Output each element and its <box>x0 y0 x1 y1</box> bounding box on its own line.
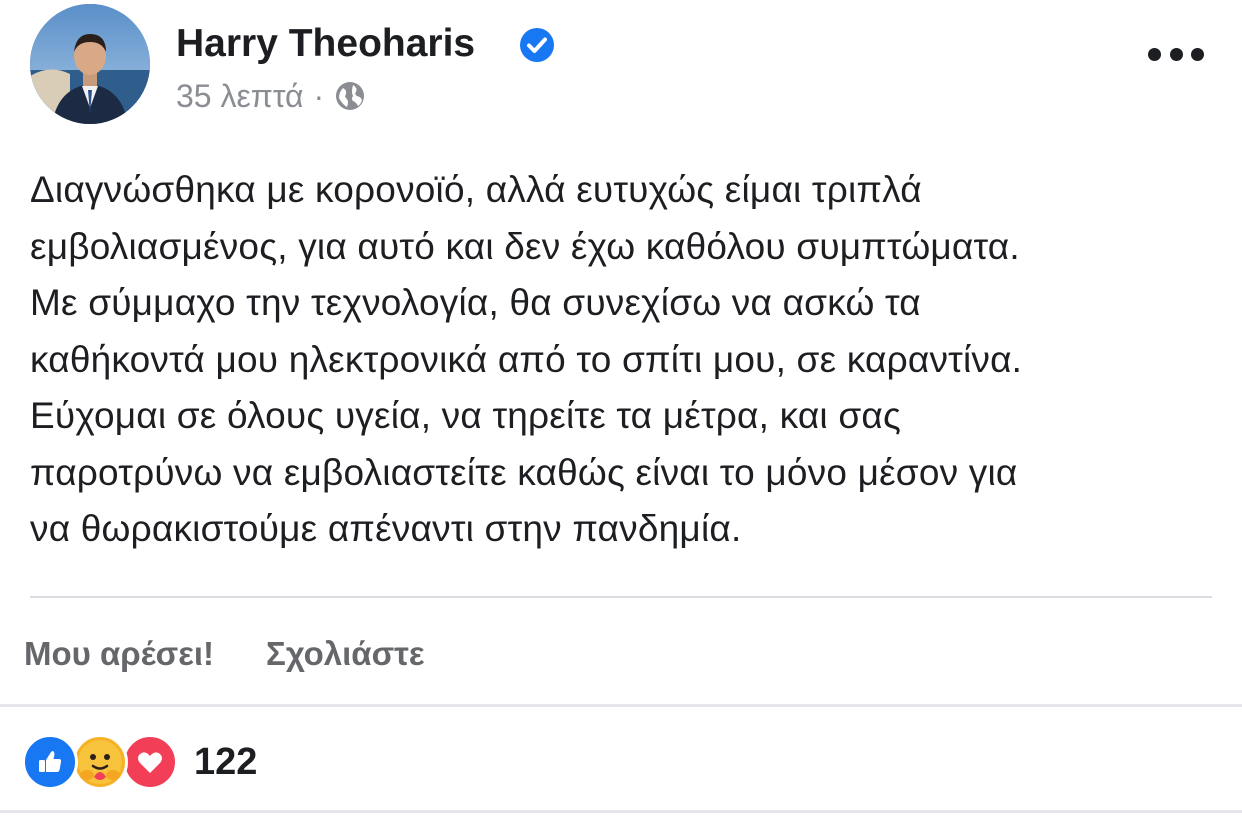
like-reaction-icon <box>22 734 78 790</box>
post-text-line: Εύχομαι σε όλους υγεία, να τηρείτε τα μέ… <box>30 395 901 436</box>
more-dot-icon <box>1169 47 1183 61</box>
author-name[interactable]: Harry Theoharis <box>176 18 475 70</box>
post-text-line: Διαγνώσθηκα με κορονοϊό, αλλά ευτυχώς εί… <box>30 169 922 210</box>
post-meta: 35 λεπτά · <box>176 74 366 118</box>
post-header: Harry Theoharis 35 λεπτά · <box>0 0 1242 140</box>
more-dot-icon <box>1191 47 1204 61</box>
comment-button[interactable]: Σχολιάστε <box>266 635 425 673</box>
divider <box>0 704 1242 707</box>
post-text-line: να θωρακιστούμε απέναντι στην πανδημία. <box>30 508 742 549</box>
divider <box>0 810 1242 813</box>
post-actions: Μου αρέσει! Σχολιάστε <box>24 626 425 682</box>
post-text-line: καθήκοντά μου ηλεκτρονικά από το σπίτι μ… <box>30 338 1023 380</box>
like-button[interactable]: Μου αρέσει! <box>24 635 214 673</box>
author-avatar[interactable] <box>30 4 150 124</box>
divider <box>30 596 1212 598</box>
more-dot-icon <box>1148 47 1161 61</box>
avatar-image <box>30 4 150 124</box>
verified-badge-icon <box>520 28 554 62</box>
more-options-button[interactable] <box>1148 36 1204 72</box>
reaction-count: 122 <box>194 740 258 783</box>
post-text-line: Με σύμμαχο την τεχνολογία, θα συνεχίσω ν… <box>30 282 921 323</box>
post-text-line: εμβολιασμένος, για αυτό και δεν έχω καθό… <box>30 225 1020 267</box>
care-face-icon <box>78 740 122 784</box>
meta-separator: · <box>313 77 325 114</box>
care-reaction-icon <box>72 734 128 790</box>
love-reaction-icon <box>122 734 178 790</box>
thumbs-up-icon <box>39 751 62 772</box>
globe-icon[interactable] <box>334 80 366 112</box>
heart-icon <box>138 752 162 773</box>
post-text: Διαγνώσθηκα με κορονοϊό, αλλά ευτυχώς εί… <box>30 162 1220 558</box>
reactions-summary[interactable]: 122 <box>22 734 257 790</box>
post-timestamp[interactable]: 35 λεπτά <box>176 78 304 115</box>
post-text-line: παροτρύνω να εμβολιαστείτε καθώς είναι τ… <box>30 451 1018 493</box>
